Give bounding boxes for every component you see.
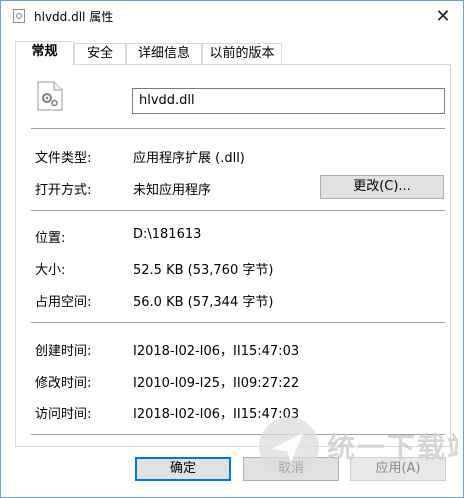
- created-label: 创建时间:: [35, 344, 92, 359]
- location-label: 位置:: [35, 231, 66, 246]
- open-with-label: 打开方式:: [35, 183, 92, 198]
- properties-dialog: hlvdd.dll 属性 ✕ 常规 安全 详细信息 以前的版本 hlvdd.dl…: [0, 0, 464, 498]
- dll-file-icon: [13, 9, 25, 23]
- tab-details[interactable]: 详细信息: [126, 43, 202, 64]
- modified-value: I2010-I09-I25，II09:27:22: [133, 376, 300, 391]
- size-value: 52.5 KB (53,760 字节): [133, 263, 274, 278]
- dll-settings-file-icon: [37, 81, 63, 111]
- close-button[interactable]: ✕: [425, 1, 461, 31]
- ok-button[interactable]: 确定: [135, 457, 231, 481]
- separator: [31, 322, 445, 323]
- close-icon: ✕: [435, 5, 451, 27]
- title-bar: hlvdd.dll 属性 ✕: [1, 1, 463, 31]
- size-on-disk-label: 占用空间:: [35, 295, 92, 310]
- separator: [31, 210, 445, 211]
- tab-general[interactable]: 常规: [15, 41, 74, 66]
- separator: [31, 128, 445, 129]
- tab-security[interactable]: 安全: [74, 43, 126, 64]
- tab-previous-versions[interactable]: 以前的版本: [202, 43, 282, 64]
- file-type-label: 文件类型:: [35, 151, 92, 166]
- accessed-label: 访问时间:: [35, 407, 92, 422]
- size-label: 大小:: [35, 263, 66, 278]
- modified-label: 修改时间:: [35, 376, 92, 391]
- open-with-value: 未知应用程序: [133, 183, 212, 198]
- size-on-disk-value: 56.0 KB (57,344 字节): [133, 295, 274, 310]
- created-value: I2018-I02-I06，II15:47:03: [133, 344, 300, 359]
- tab-strip: 常规 安全 详细信息 以前的版本: [15, 41, 451, 66]
- change-button[interactable]: 更改(C)...: [320, 175, 444, 199]
- location-value: D:\181613: [133, 227, 202, 242]
- file-type-value: 应用程序扩展 (.dll): [133, 151, 245, 166]
- watermark-logo: 统一下载站: [259, 417, 458, 477]
- window-title: hlvdd.dll 属性: [34, 10, 114, 24]
- svg-text:统一下载站: 统一下载站: [327, 431, 458, 464]
- file-name-field[interactable]: hlvdd.dll: [132, 88, 445, 114]
